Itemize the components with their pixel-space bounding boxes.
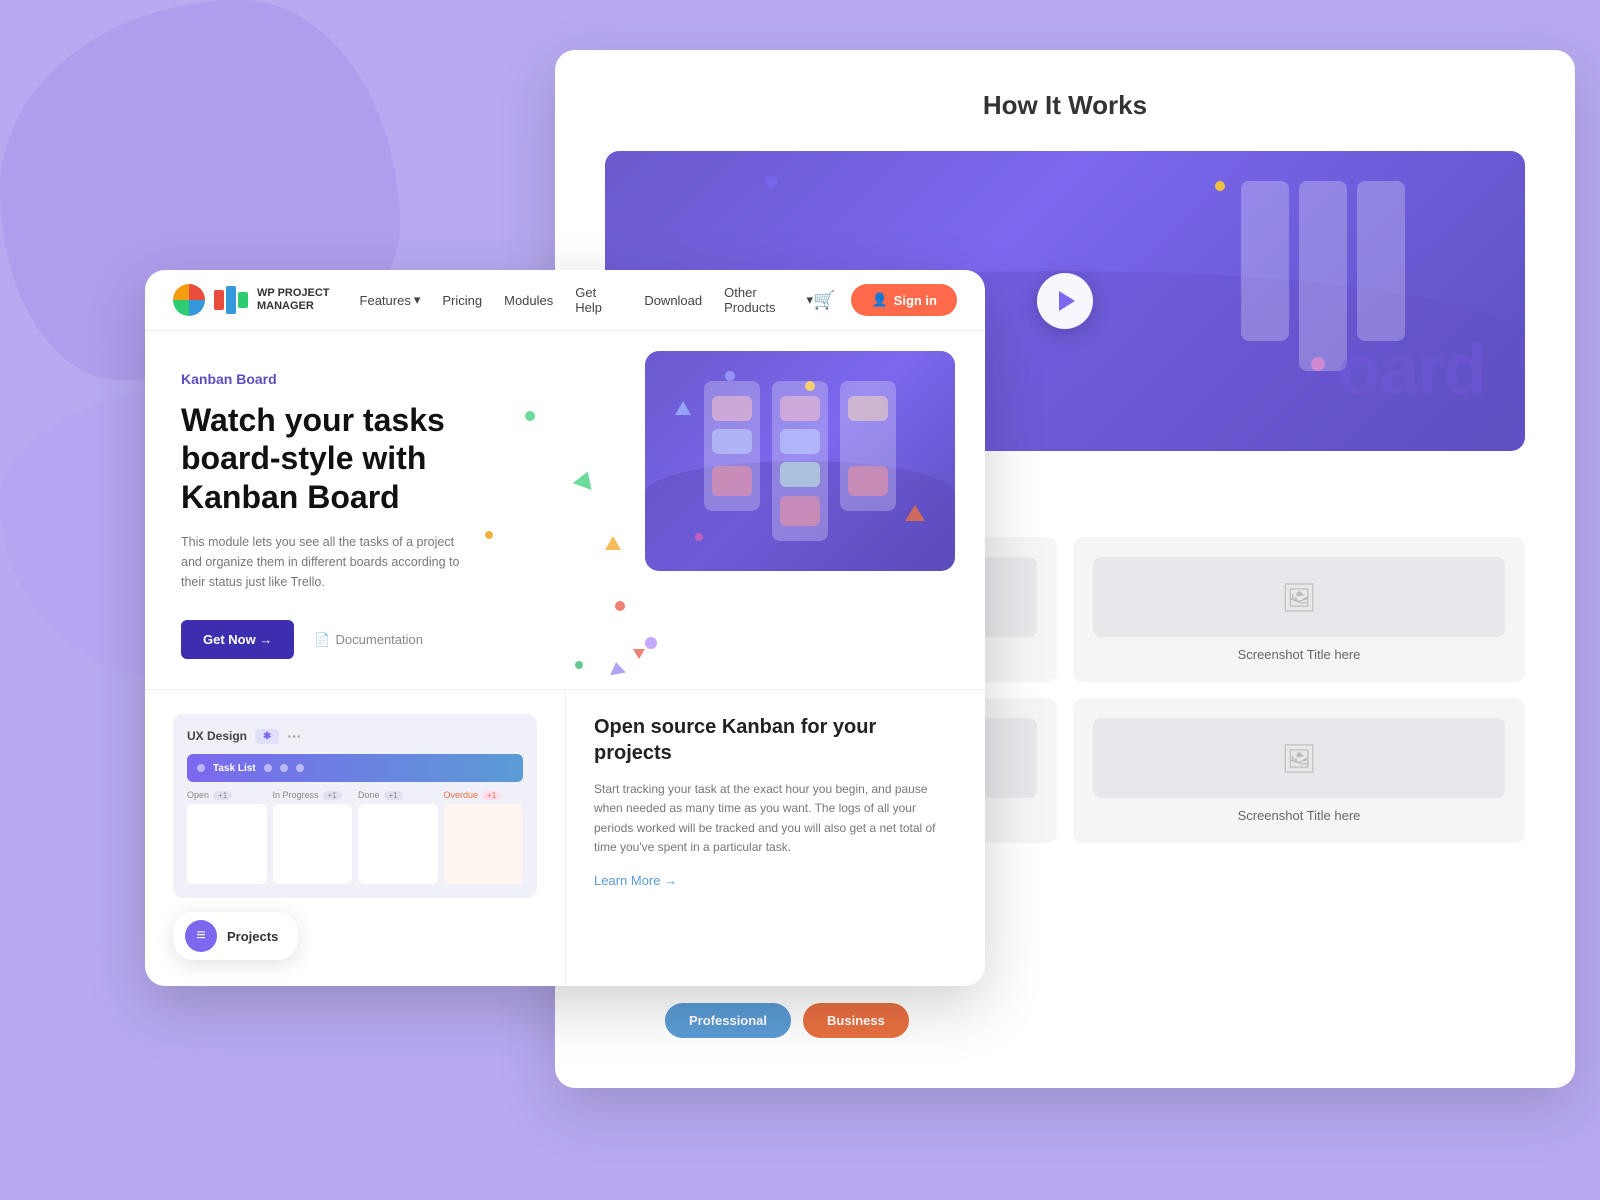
nav-links: Features ▾ Pricing Modules Get Help Down… [360, 285, 814, 315]
hero-title: Watch your tasks board-style with Kanban… [181, 401, 481, 516]
kanban-mini-col [187, 804, 267, 884]
kb-dot [280, 764, 288, 772]
wp-hero: Kanban Board Watch your tasks board-styl… [145, 331, 985, 689]
hero-kanban-col [704, 381, 760, 511]
card-placeholder [712, 429, 752, 454]
deco-dot [615, 601, 625, 611]
ill-triangle [905, 505, 925, 521]
kb-dot [296, 764, 304, 772]
user-icon: 👤 [871, 292, 887, 308]
nav-get-help[interactable]: Get Help [575, 285, 622, 315]
hero-kanban-col [840, 381, 896, 511]
projects-icon: ≡ [185, 920, 217, 952]
kanban-columns-mini: Open +1 In Progress +1 Done +1 Overdue [187, 790, 523, 884]
more-icon: ··· [287, 728, 301, 744]
col-label: Open [187, 790, 209, 800]
professional-button[interactable]: Professional [665, 1003, 791, 1038]
deco-dot [765, 176, 777, 188]
triangle-deco [573, 468, 597, 490]
card-placeholder [712, 396, 752, 421]
ux-tag: ✱ [255, 729, 279, 744]
nav-other-products[interactable]: Other Products ▾ [724, 285, 813, 315]
screenshot-item: 🖼 Screenshot Title here [1073, 537, 1525, 682]
oss-title: Open source Kanban for your projects [594, 714, 957, 766]
oss-description: Start tracking your task at the exact ho… [594, 780, 957, 857]
col-count: +1 [213, 791, 232, 800]
kanban-col [1357, 181, 1405, 341]
kanban-bar: Task List [187, 754, 523, 782]
screenshot-title: Screenshot Title here [1238, 647, 1361, 662]
image-icon: 🖼 [1281, 742, 1317, 775]
screenshot-img: 🖼 [1093, 557, 1505, 637]
chevron-icon: ▾ [414, 292, 421, 308]
kanban-col [1241, 181, 1289, 341]
ux-header: UX Design ✱ ··· [187, 728, 523, 744]
hiw-title: How It Works [605, 90, 1525, 121]
nav-pricing[interactable]: Pricing [442, 293, 482, 308]
triangle-deco [633, 649, 645, 659]
image-icon: 🖼 [1281, 581, 1317, 614]
ill-dot [725, 371, 735, 381]
kb-dot [197, 764, 205, 772]
wp-bottom-right: Open source Kanban for your projects Sta… [565, 690, 985, 986]
ill-triangle [675, 401, 691, 415]
card-placeholder [780, 396, 820, 421]
sign-in-button[interactable]: 👤 Sign in [851, 284, 957, 316]
screenshot-title: Screenshot Title here [1238, 808, 1361, 823]
scene: How It Works oard creenshots [0, 0, 1600, 1200]
col-label: Overdue [444, 790, 479, 800]
card-placeholder [780, 429, 820, 454]
deco-dot [485, 531, 493, 539]
wp-card: WP PROJECT MANAGER Features ▾ Pricing Mo… [145, 270, 985, 986]
deco-dot [525, 411, 535, 421]
kb-dot [264, 764, 272, 772]
wp-bottom: UX Design ✱ ··· Task List Open +1 [145, 689, 985, 986]
kanban-mini-col [358, 804, 438, 884]
card-placeholder [848, 396, 888, 421]
triangle-deco [605, 536, 621, 550]
wp-nav: WP PROJECT MANAGER Features ▾ Pricing Mo… [145, 270, 985, 331]
hero-illustration [645, 351, 955, 571]
ill-dot [695, 533, 703, 541]
business-button[interactable]: Business [803, 1003, 909, 1038]
col-count: +1 [482, 791, 501, 800]
deco-dot [575, 661, 583, 669]
play-button[interactable] [1037, 273, 1093, 329]
projects-pill: ≡ Projects [173, 912, 298, 960]
nav-actions: 🛒 👤 Sign in [813, 284, 957, 316]
learn-more-link[interactable]: Learn More → [594, 873, 957, 888]
wp-logo: WP PROJECT MANAGER [173, 284, 330, 316]
nav-modules[interactable]: Modules [504, 293, 553, 308]
hero-kanban-cols [704, 381, 896, 541]
hero-actions: Get Now → 📄 Documentation [181, 620, 949, 659]
hero-kanban-col [772, 381, 828, 541]
kanban-mini-col [444, 804, 524, 884]
hero-description: This module lets you see all the tasks o… [181, 532, 471, 592]
kb-label: Task List [213, 763, 256, 774]
projects-label: Projects [227, 929, 278, 944]
nav-download[interactable]: Download [644, 293, 702, 308]
cart-icon[interactable]: 🛒 [813, 290, 835, 311]
ux-design-mockup: UX Design ✱ ··· Task List Open +1 [173, 714, 537, 898]
col-count: +1 [384, 791, 403, 800]
wp-bottom-left: UX Design ✱ ··· Task List Open +1 [145, 690, 565, 986]
deco-dot [1215, 181, 1225, 191]
documentation-link[interactable]: 📄 Documentation [314, 632, 423, 648]
logo-text: WP PROJECT MANAGER [257, 287, 330, 313]
kanban-mini-col [273, 804, 353, 884]
col-label: Done [358, 790, 380, 800]
nav-features[interactable]: Features ▾ [360, 292, 421, 308]
doc-icon: 📄 [314, 632, 330, 648]
screenshot-img: 🖼 [1093, 718, 1505, 798]
wp-logo-icon [214, 286, 248, 314]
features-buttons: Professional Business [665, 1003, 973, 1038]
card-placeholder [780, 462, 820, 487]
hiw-word-overlay: oard [1337, 329, 1485, 411]
screenshot-item: 🖼 Screenshot Title here [1073, 698, 1525, 843]
logo-circle-icon [173, 284, 205, 316]
col-label: In Progress [273, 790, 319, 800]
get-now-button[interactable]: Get Now → [181, 620, 294, 659]
col-count: +1 [323, 791, 342, 800]
triangle-deco [608, 661, 626, 676]
